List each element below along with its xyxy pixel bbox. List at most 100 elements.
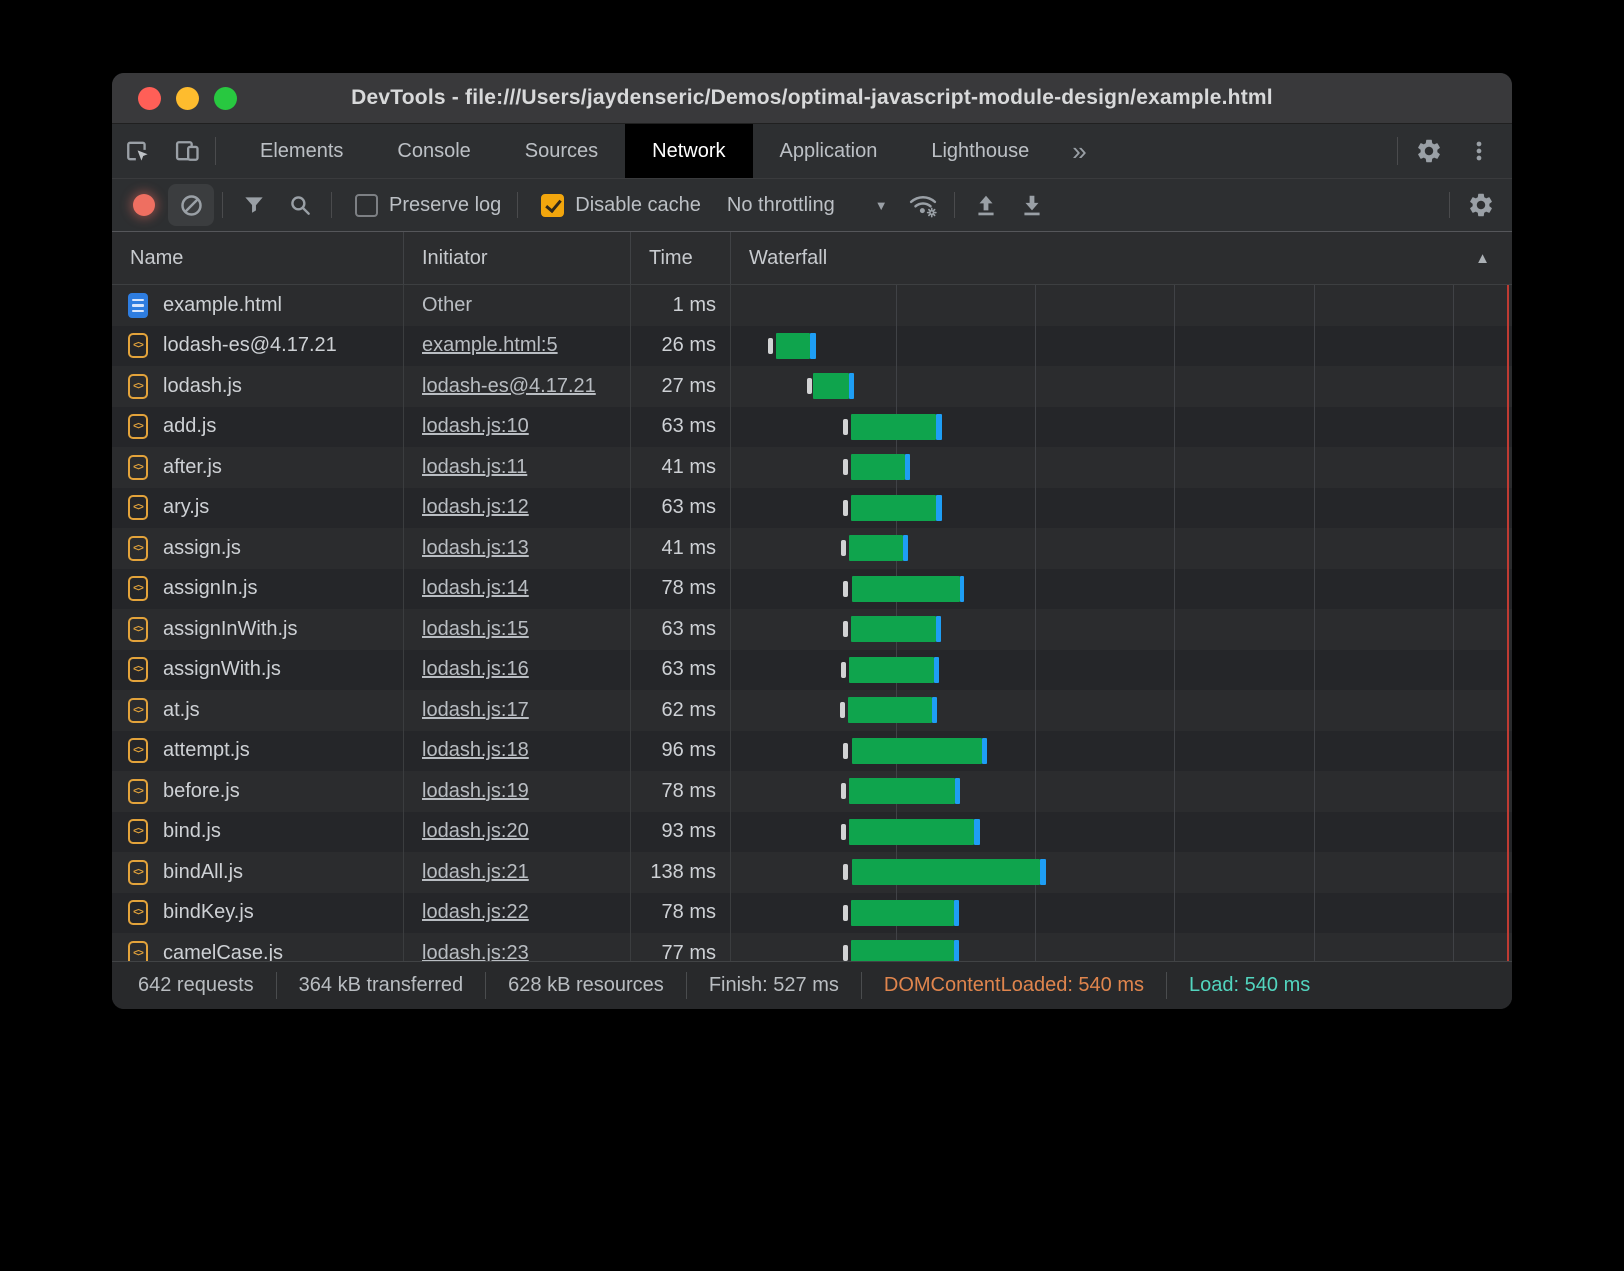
- request-initiator[interactable]: lodash.js:16: [422, 658, 529, 681]
- block-icon: [180, 194, 202, 216]
- request-row[interactable]: <> at.js lodash.js:17 62 ms: [112, 690, 1512, 731]
- request-row[interactable]: <> camelCase.js lodash.js:23 77 ms: [112, 933, 1512, 961]
- close-button[interactable]: [138, 86, 161, 110]
- column-header-time[interactable]: Time: [631, 232, 731, 284]
- preserve-log-checkbox[interactable]: [355, 193, 378, 217]
- script-icon: <>: [128, 859, 148, 885]
- filter-button[interactable]: [231, 184, 277, 226]
- request-initiator[interactable]: lodash.js:12: [422, 496, 529, 519]
- request-row[interactable]: <> lodash-es@4.17.21 example.html:5 26 m…: [112, 325, 1512, 366]
- request-row[interactable]: <> bindKey.js lodash.js:22 78 ms: [112, 892, 1512, 933]
- script-icon: <>: [128, 819, 148, 845]
- tab-network[interactable]: Network: [625, 124, 753, 178]
- request-initiator[interactable]: lodash.js:18: [422, 739, 529, 762]
- request-time-cell: 63 ms: [631, 406, 731, 447]
- request-name: lodash.js: [163, 374, 242, 397]
- search-icon: [291, 196, 310, 215]
- request-initiator[interactable]: lodash.js:10: [422, 415, 529, 438]
- request-row[interactable]: <> attempt.js lodash.js:18 96 ms: [112, 730, 1512, 771]
- request-row[interactable]: <> after.js lodash.js:11 41 ms: [112, 447, 1512, 488]
- waterfall-bar-blue: [936, 413, 942, 440]
- waterfall-bar-green: [852, 859, 1040, 885]
- waterfall-bar-blue: [936, 494, 942, 521]
- device-toolbar-button[interactable]: [162, 124, 212, 178]
- tab-application[interactable]: Application: [753, 124, 905, 178]
- queueing-tick: [843, 499, 848, 516]
- disable-cache-checkbox[interactable]: [541, 193, 565, 217]
- preserve-log-label[interactable]: Preserve log: [389, 194, 501, 217]
- tab-lighthouse[interactable]: Lighthouse: [904, 124, 1056, 178]
- request-initiator[interactable]: lodash-es@4.17.21: [422, 375, 596, 398]
- request-time-cell: 138 ms: [631, 852, 731, 893]
- request-initiator[interactable]: example.html:5: [422, 334, 558, 357]
- request-row[interactable]: <> before.js lodash.js:19 78 ms: [112, 771, 1512, 812]
- request-table-header: Name Initiator Time Waterfall ▲: [112, 232, 1512, 285]
- network-conditions-button[interactable]: [900, 184, 946, 226]
- script-icon: <>: [128, 778, 148, 804]
- request-initiator[interactable]: lodash.js:21: [422, 861, 529, 884]
- clear-network-log-button[interactable]: [168, 184, 214, 226]
- request-row[interactable]: example.html Other 1 ms: [112, 285, 1512, 326]
- queueing-tick: [841, 823, 846, 840]
- request-initiator[interactable]: lodash.js:20: [422, 820, 529, 843]
- request-time: 41 ms: [661, 455, 716, 478]
- zoom-button[interactable]: [214, 86, 237, 110]
- request-row[interactable]: <> ary.js lodash.js:12 63 ms: [112, 487, 1512, 528]
- column-header-waterfall[interactable]: Waterfall ▲: [731, 232, 1512, 284]
- divider: [953, 192, 955, 218]
- request-row[interactable]: <> assignIn.js lodash.js:14 78 ms: [112, 568, 1512, 610]
- export-har-button[interactable]: [1009, 184, 1055, 226]
- main-menu-button[interactable]: [1454, 138, 1504, 164]
- script-icon: <>: [128, 333, 148, 359]
- record-network-log-button[interactable]: [133, 194, 155, 216]
- request-initiator[interactable]: lodash.js:15: [422, 618, 529, 641]
- request-initiator[interactable]: lodash.js:13: [422, 537, 529, 560]
- tab-console[interactable]: Console: [370, 124, 497, 178]
- request-name-cell: <> bind.js: [112, 811, 404, 852]
- tab-sources[interactable]: Sources: [498, 124, 625, 178]
- network-toolbar: Preserve log Disable cache No throttling…: [112, 179, 1512, 232]
- search-button[interactable]: [277, 184, 323, 226]
- request-initiator[interactable]: lodash.js:22: [422, 901, 529, 924]
- waterfall-bar-blue: [982, 737, 987, 764]
- settings-button[interactable]: [1404, 137, 1454, 165]
- request-table-body: example.html Other 1 ms <> lodash-es@4.1…: [112, 285, 1512, 961]
- throttling-select[interactable]: No throttling ▼: [727, 194, 900, 217]
- request-initiator[interactable]: lodash.js:23: [422, 942, 529, 961]
- throttling-value: No throttling: [726, 193, 835, 216]
- request-waterfall-cell: [731, 366, 1512, 407]
- more-tabs-button[interactable]: »: [1056, 124, 1102, 178]
- waterfall-bar-green: [813, 373, 849, 399]
- request-time: 41 ms: [661, 536, 716, 559]
- request-initiator[interactable]: lodash.js:14: [422, 577, 529, 600]
- request-row[interactable]: <> lodash.js lodash-es@4.17.21 27 ms: [112, 366, 1512, 407]
- inspect-element-button[interactable]: [112, 124, 162, 178]
- request-row[interactable]: <> bindAll.js lodash.js:21 138 ms: [112, 852, 1512, 893]
- request-row[interactable]: <> add.js lodash.js:10 63 ms: [112, 406, 1512, 447]
- waterfall-bar-blue: [954, 899, 959, 926]
- column-header-initiator[interactable]: Initiator: [404, 232, 631, 284]
- request-initiator[interactable]: lodash.js:17: [422, 699, 529, 722]
- window-titlebar: DevTools - file:///Users/jaydenseric/Dem…: [112, 73, 1512, 124]
- waterfall-bar-blue: [974, 818, 980, 845]
- network-settings-button[interactable]: [1458, 184, 1504, 226]
- request-row[interactable]: <> assignWith.js lodash.js:16 63 ms: [112, 649, 1512, 690]
- disable-cache-label[interactable]: Disable cache: [575, 194, 701, 217]
- request-row[interactable]: <> assignInWith.js lodash.js:15 63 ms: [112, 609, 1512, 650]
- request-name: camelCase.js: [163, 941, 284, 961]
- traffic-lights: [138, 73, 237, 123]
- minimize-button[interactable]: [176, 86, 199, 110]
- request-row[interactable]: <> assign.js lodash.js:13 41 ms: [112, 528, 1512, 569]
- import-har-button[interactable]: [963, 184, 1009, 226]
- upload-arrow-icon: [978, 195, 994, 216]
- column-header-name[interactable]: Name: [112, 232, 404, 284]
- request-name-cell: <> assignInWith.js: [112, 609, 404, 650]
- request-row[interactable]: <> bind.js lodash.js:20 93 ms: [112, 811, 1512, 852]
- request-waterfall-cell: [731, 569, 1512, 610]
- request-initiator-cell: example.html:5: [404, 325, 631, 366]
- request-time-cell: 63 ms: [631, 487, 731, 528]
- request-initiator[interactable]: lodash.js:11: [422, 456, 527, 479]
- tab-elements[interactable]: Elements: [233, 124, 370, 178]
- request-initiator[interactable]: lodash.js:19: [422, 780, 529, 803]
- request-time: 77 ms: [661, 941, 716, 961]
